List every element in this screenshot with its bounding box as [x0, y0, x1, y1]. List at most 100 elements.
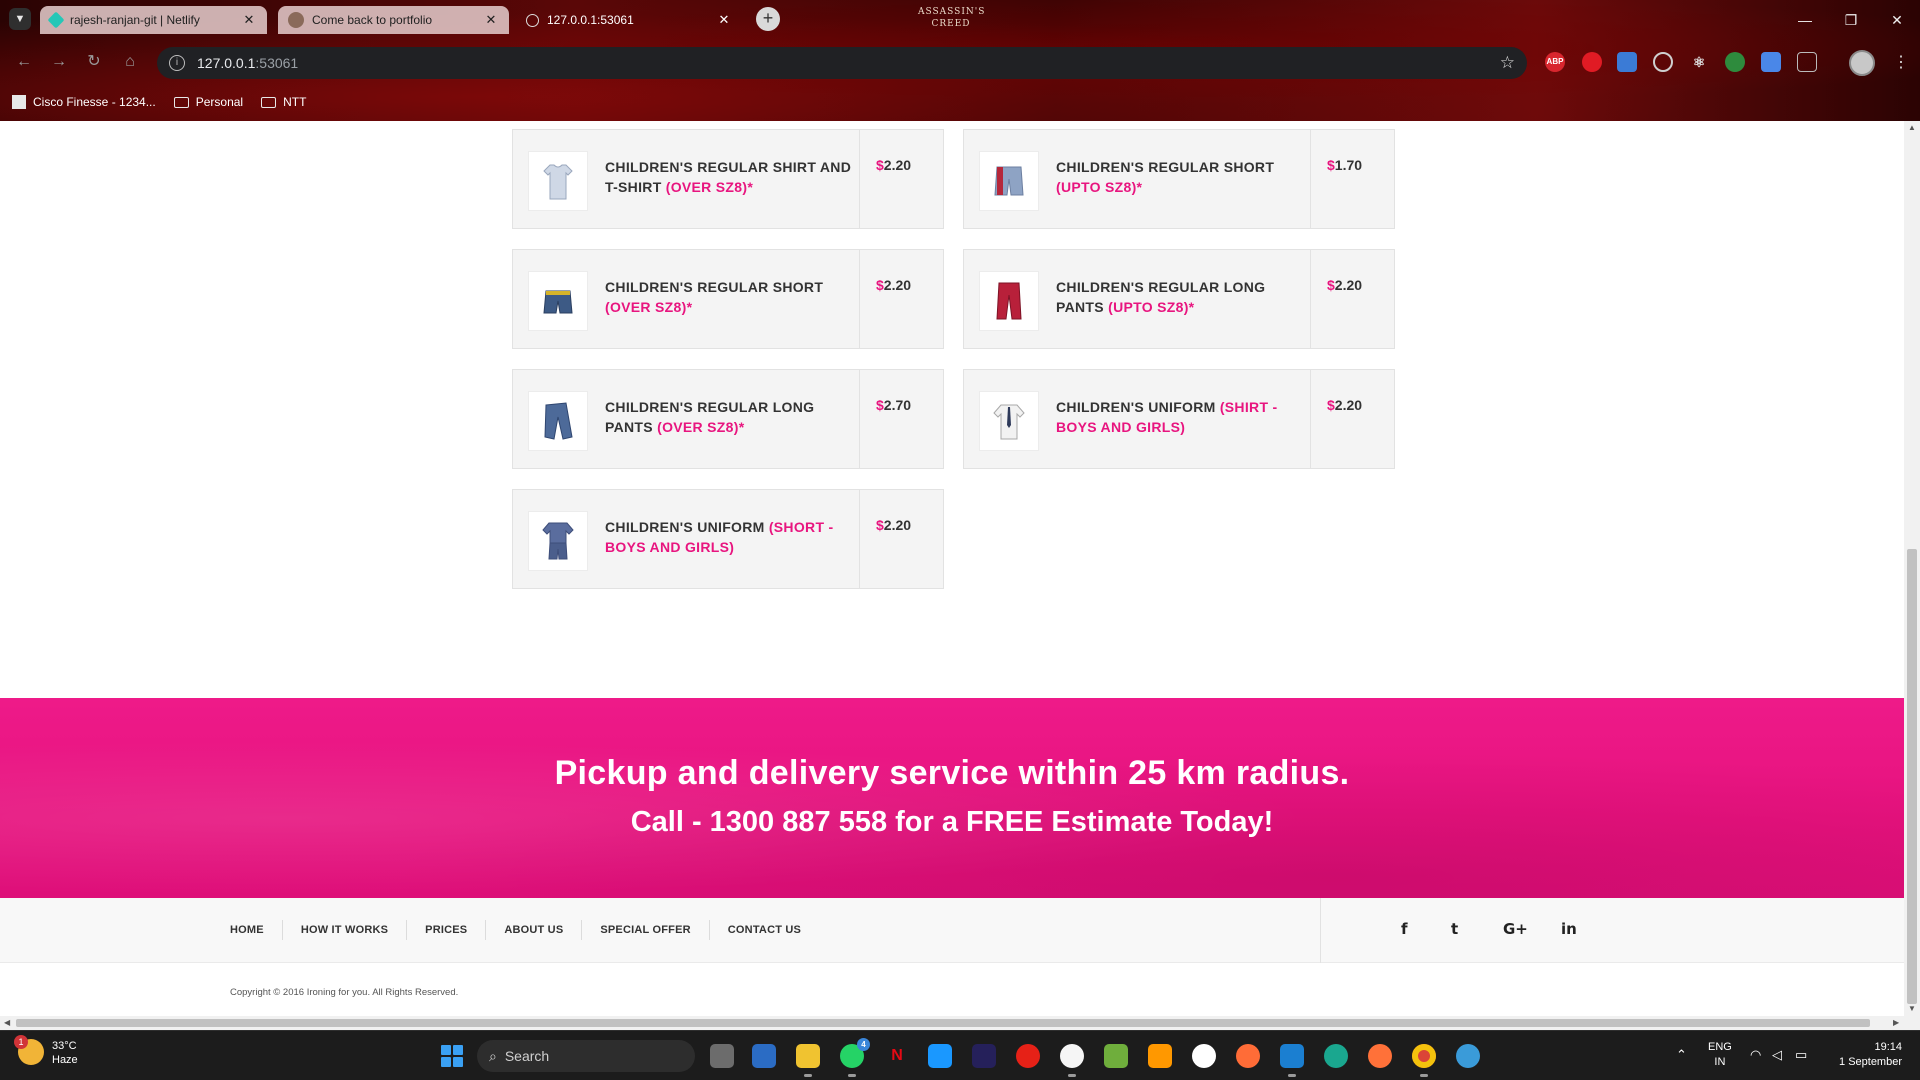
price-item: CHILDREN'S REGULAR LONG PANTS (OVER SZ8)… [512, 369, 944, 469]
language-code: ENG [1708, 1041, 1732, 1053]
extension-react-icon[interactable]: ⚛ [1689, 52, 1709, 72]
bookmark-star-icon[interactable]: ☆ [1500, 53, 1515, 73]
browser-menu-icon[interactable]: ⋮ [1893, 52, 1909, 72]
youtube-icon[interactable] [1016, 1044, 1040, 1068]
task-view-icon[interactable] [710, 1044, 734, 1068]
vertical-scrollbar[interactable]: ▲ ▼ [1904, 121, 1920, 1016]
clock[interactable]: 19:14 1 September [1830, 1040, 1902, 1070]
folder-icon [261, 96, 277, 108]
language-indicator[interactable]: ENG IN [1708, 1040, 1732, 1070]
url-host: 127.0.0.1 [197, 55, 256, 71]
scrollbar-thumb[interactable] [16, 1019, 1870, 1027]
divider [859, 370, 860, 468]
adblock-extension-icon[interactable]: ABP [1545, 52, 1565, 72]
weather-widget[interactable]: 1 33°C Haze [14, 1035, 78, 1067]
minimize-icon[interactable]: — [1782, 0, 1828, 40]
footer-link-home[interactable]: HOME [220, 920, 283, 940]
google-plus-icon[interactable]: G+ [1503, 920, 1528, 938]
footer-link-how-it-works[interactable]: HOW IT WORKS [283, 920, 408, 940]
reload-icon[interactable]: ↻ [82, 50, 106, 74]
tab-title: Come back to portfolio [312, 13, 433, 27]
close-window-icon[interactable]: ✕ [1874, 0, 1920, 40]
file-explorer-icon[interactable] [796, 1044, 820, 1077]
scroll-right-icon[interactable]: ▶ [1893, 1018, 1899, 1027]
bookmark-personal[interactable]: Personal [173, 95, 243, 109]
twitter-icon[interactable]: t [1451, 920, 1458, 938]
item-price: $2.20 [1327, 397, 1363, 413]
facebook-icon[interactable]: f [1401, 920, 1408, 938]
clock-time: 19:14 [1874, 1041, 1902, 1053]
restore-icon[interactable]: ❐ [1828, 0, 1874, 40]
footer-link-special-offer[interactable]: SPECIAL OFFER [582, 920, 710, 940]
extension-red-icon[interactable] [1582, 52, 1602, 72]
weather-condition: Haze [52, 1054, 78, 1066]
profile-avatar[interactable] [1849, 50, 1875, 76]
tab-title: 127.0.0.1:53061 [547, 13, 634, 27]
divider [1310, 130, 1311, 228]
bookmark-ntt[interactable]: NTT [261, 95, 306, 109]
back-icon[interactable]: ← [12, 50, 36, 74]
forward-icon[interactable]: → [47, 50, 71, 74]
windows-logo-pane [441, 1045, 451, 1055]
extension-target-icon[interactable] [1653, 52, 1673, 72]
vscode-icon[interactable] [1280, 1044, 1304, 1077]
postman-icon[interactable] [1236, 1044, 1260, 1068]
linkedin-icon[interactable]: in [1561, 920, 1577, 938]
start-button[interactable] [441, 1045, 463, 1067]
item-price: $2.20 [876, 517, 912, 533]
github-icon[interactable] [1060, 1044, 1084, 1077]
close-icon[interactable]: ✕ [716, 12, 732, 28]
bookmark-label: Cisco Finesse - 1234... [33, 95, 156, 109]
scroll-left-icon[interactable]: ◀ [4, 1018, 10, 1027]
amazon-music-icon[interactable] [972, 1044, 996, 1068]
item-name: CHILDREN'S REGULAR SHORT (UPTO SZ8)* [1056, 159, 1275, 195]
scroll-up-icon[interactable]: ▲ [1908, 123, 1916, 132]
netflix-icon[interactable]: N [885, 1044, 909, 1068]
footer-nav: HOME HOW IT WORKS PRICES ABOUT US SPECIA… [0, 898, 1904, 963]
volume-icon[interactable]: ◁ [1772, 1047, 1782, 1063]
firefox-icon[interactable] [1368, 1044, 1392, 1068]
site-info-icon[interactable]: i [169, 55, 185, 71]
bookmark-label: NTT [283, 95, 307, 109]
uniform-short-icon [528, 511, 588, 571]
wifi-icon[interactable]: ◠ [1750, 1047, 1761, 1063]
microsoft-store-icon[interactable] [752, 1044, 776, 1068]
address-bar[interactable]: i 127.0.0.1:53061 ☆ [157, 47, 1527, 79]
chevron-up-icon[interactable]: ⌃ [1676, 1047, 1687, 1063]
folder-icon [173, 96, 189, 108]
battery-icon[interactable]: ▭ [1795, 1047, 1807, 1063]
item-name: CHILDREN'S REGULAR LONG PANTS (OVER SZ8)… [605, 399, 815, 435]
whatsapp-icon[interactable]: 4 [840, 1038, 870, 1077]
close-icon[interactable]: ✕ [483, 12, 499, 28]
copyright-text: Copyright © 2016 Ironing for you. All Ri… [230, 987, 459, 998]
tab-portfolio[interactable]: Come back to portfolio ✕ [278, 6, 509, 34]
extensions-puzzle-icon[interactable] [1797, 52, 1817, 72]
extension-globe-icon[interactable] [1725, 52, 1745, 72]
horizontal-scrollbar[interactable]: ◀ ▶ [0, 1016, 1920, 1030]
taskbar-search[interactable]: ⌕ Search [477, 1040, 695, 1072]
extension-s-icon[interactable] [1617, 52, 1637, 72]
scroll-down-icon[interactable]: ▼ [1908, 1004, 1916, 1013]
extension-doc-icon[interactable] [1761, 52, 1781, 72]
mongodb-icon[interactable] [1192, 1044, 1216, 1068]
tab-localhost[interactable]: 127.0.0.1:53061 ✕ [516, 6, 742, 34]
prime-video-icon[interactable] [928, 1044, 952, 1068]
new-tab-button[interactable]: + [756, 7, 780, 31]
bookmark-cisco[interactable]: Cisco Finesse - 1234... [12, 95, 156, 109]
react-devtools-icon[interactable] [1456, 1044, 1480, 1068]
price-item: CHILDREN'S UNIFORM (SHORT - BOYS AND GIR… [512, 489, 944, 589]
home-icon[interactable]: ⌂ [118, 50, 142, 74]
tab-search-button[interactable]: ▼ [9, 8, 31, 30]
edge-icon[interactable] [1324, 1044, 1348, 1068]
notepad-icon[interactable] [1104, 1044, 1128, 1068]
footer-link-prices[interactable]: PRICES [407, 920, 487, 940]
tab-netlify[interactable]: rajesh-ranjan-git | Netlify ✕ [40, 6, 267, 34]
close-icon[interactable]: ✕ [241, 12, 257, 28]
footer-link-contact-us[interactable]: CONTACT US [710, 920, 819, 940]
sublime-text-icon[interactable] [1148, 1044, 1172, 1068]
footer-link-about-us[interactable]: ABOUT US [486, 920, 583, 940]
divider [859, 490, 860, 588]
chrome-icon[interactable] [1412, 1044, 1436, 1077]
scrollbar-thumb[interactable] [1907, 549, 1917, 1004]
promo-banner: Pickup and delivery service within 25 km… [0, 698, 1904, 898]
